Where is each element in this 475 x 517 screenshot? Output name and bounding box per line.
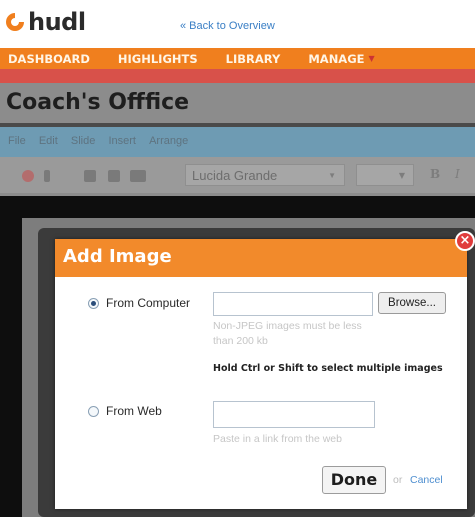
chevron-down-icon: ▼ xyxy=(398,171,405,180)
nav-sub-stripe xyxy=(0,69,475,83)
columns-icon[interactable] xyxy=(84,170,96,182)
menu-edit[interactable]: Edit xyxy=(39,135,58,147)
editor-menubar: File Edit Slide Insert Arrange xyxy=(0,123,475,157)
menu-slide[interactable]: Slide xyxy=(71,135,95,147)
from-computer-label[interactable]: From Computer xyxy=(106,296,190,310)
or-separator: or xyxy=(393,474,403,486)
italic-button[interactable]: I xyxy=(455,167,460,181)
main-nav: DASHBOARD HIGHLIGHTS LIBRARY MANAGE ▼ xyxy=(0,48,475,69)
nav-manage[interactable]: MANAGE xyxy=(294,52,378,66)
menu-file[interactable]: File xyxy=(8,135,26,147)
page-title: Coach's Offfice xyxy=(6,90,190,115)
font-size-select[interactable]: ▼ xyxy=(356,164,414,186)
move-down-icon[interactable] xyxy=(44,170,50,182)
hudl-logo-icon xyxy=(6,13,24,31)
multi-select-note: Hold Ctrl or Shift to select multiple im… xyxy=(213,363,443,374)
delete-icon[interactable] xyxy=(22,170,34,182)
done-button[interactable]: Done xyxy=(322,466,386,494)
nav-dashboard[interactable]: DASHBOARD xyxy=(0,52,104,66)
text-size-icon[interactable] xyxy=(130,170,146,182)
font-family-select[interactable]: Lucida Grande ▼ xyxy=(185,164,345,186)
back-to-overview-link[interactable]: « Back to Overview xyxy=(180,20,275,32)
from-computer-radio[interactable] xyxy=(88,298,99,309)
close-icon[interactable]: × xyxy=(455,231,475,251)
dialog-header: Add Image xyxy=(55,239,467,277)
nav-library[interactable]: LIBRARY xyxy=(212,52,295,66)
nav-highlights[interactable]: HIGHLIGHTS xyxy=(104,52,212,66)
web-url-hint: Paste in a link from the web xyxy=(213,433,342,445)
dialog-title: Add Image xyxy=(63,246,172,267)
align-icon[interactable] xyxy=(108,170,120,182)
chevron-down-icon[interactable]: ▼ xyxy=(369,54,375,63)
from-web-radio[interactable] xyxy=(88,406,99,417)
menu-arrange[interactable]: Arrange xyxy=(149,135,188,147)
brand-name: hudl xyxy=(28,8,86,36)
chevron-down-icon: ▼ xyxy=(328,171,336,180)
file-size-hint: Non-JPEG images must be less than 200 kb xyxy=(213,320,362,347)
file-path-field[interactable] xyxy=(213,292,373,316)
add-image-dialog: Add Image xyxy=(55,239,467,509)
menu-insert[interactable]: Insert xyxy=(108,135,136,147)
cancel-link[interactable]: Cancel xyxy=(410,474,443,486)
web-url-input[interactable] xyxy=(213,401,375,428)
bold-button[interactable]: B xyxy=(430,167,440,181)
browse-button[interactable]: Browse... xyxy=(378,292,446,314)
font-family-value: Lucida Grande xyxy=(192,168,278,183)
from-web-label[interactable]: From Web xyxy=(106,404,162,418)
hudl-logo[interactable]: hudl xyxy=(4,7,86,37)
